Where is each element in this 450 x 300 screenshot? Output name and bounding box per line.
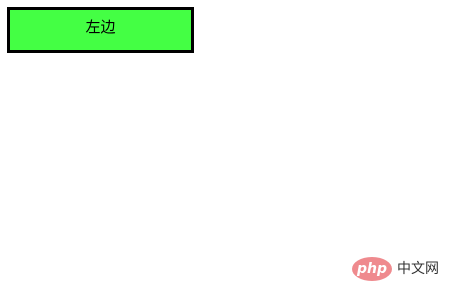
- php-logo-text: php: [356, 261, 387, 277]
- php-logo-icon: php: [352, 257, 392, 281]
- watermark-site-text: 中文网: [397, 261, 439, 277]
- page: 左边 php 中文网: [0, 0, 450, 300]
- left-box-label: 左边: [85, 17, 116, 36]
- php-cn-watermark: php 中文网: [352, 257, 439, 281]
- left-box: 左边: [7, 7, 194, 53]
